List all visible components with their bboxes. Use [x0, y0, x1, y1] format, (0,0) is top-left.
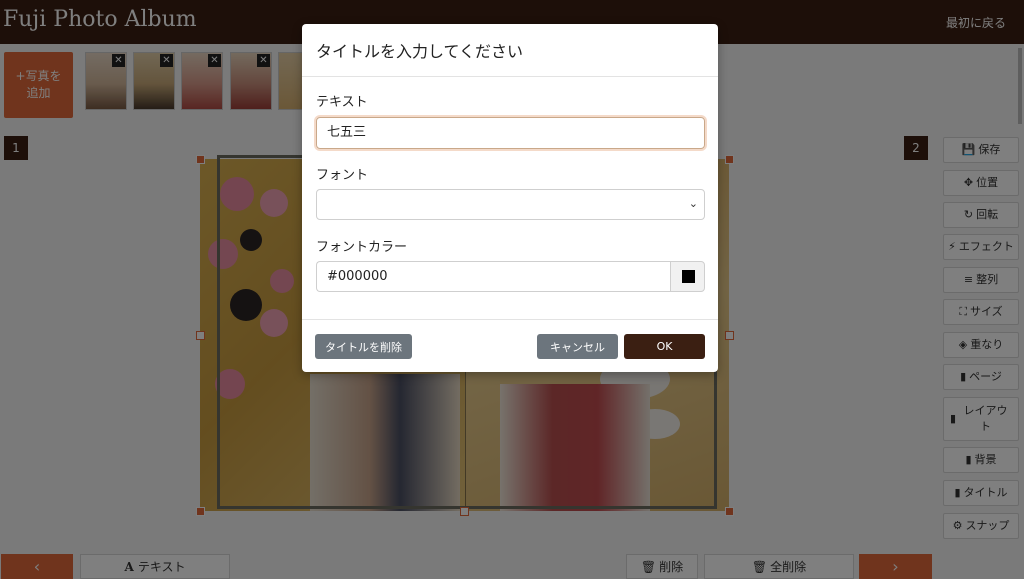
- delete-title-button[interactable]: タイトルを削除: [315, 334, 412, 359]
- text-field-label: テキスト: [316, 95, 368, 110]
- font-field-label: フォント: [316, 168, 369, 183]
- font-color-input[interactable]: #000000: [316, 261, 671, 292]
- cancel-button[interactable]: キャンセル: [537, 334, 618, 359]
- color-swatch: [682, 270, 695, 283]
- color-picker-button[interactable]: [670, 261, 705, 292]
- title-input-dialog: タイトルを入力してください テキスト 七五三 フォント ⌄ フォントカラー #0…: [302, 24, 718, 372]
- title-text-input[interactable]: 七五三: [316, 117, 705, 149]
- font-color-field-label: フォントカラー: [316, 240, 408, 255]
- dialog-title: タイトルを入力してください: [316, 42, 524, 61]
- dialog-footer-divider: [302, 319, 718, 320]
- font-select[interactable]: ⌄: [316, 189, 705, 220]
- chevron-down-icon: ⌄: [688, 197, 698, 210]
- ok-button[interactable]: OK: [624, 334, 705, 359]
- dialog-header-divider: [302, 76, 718, 77]
